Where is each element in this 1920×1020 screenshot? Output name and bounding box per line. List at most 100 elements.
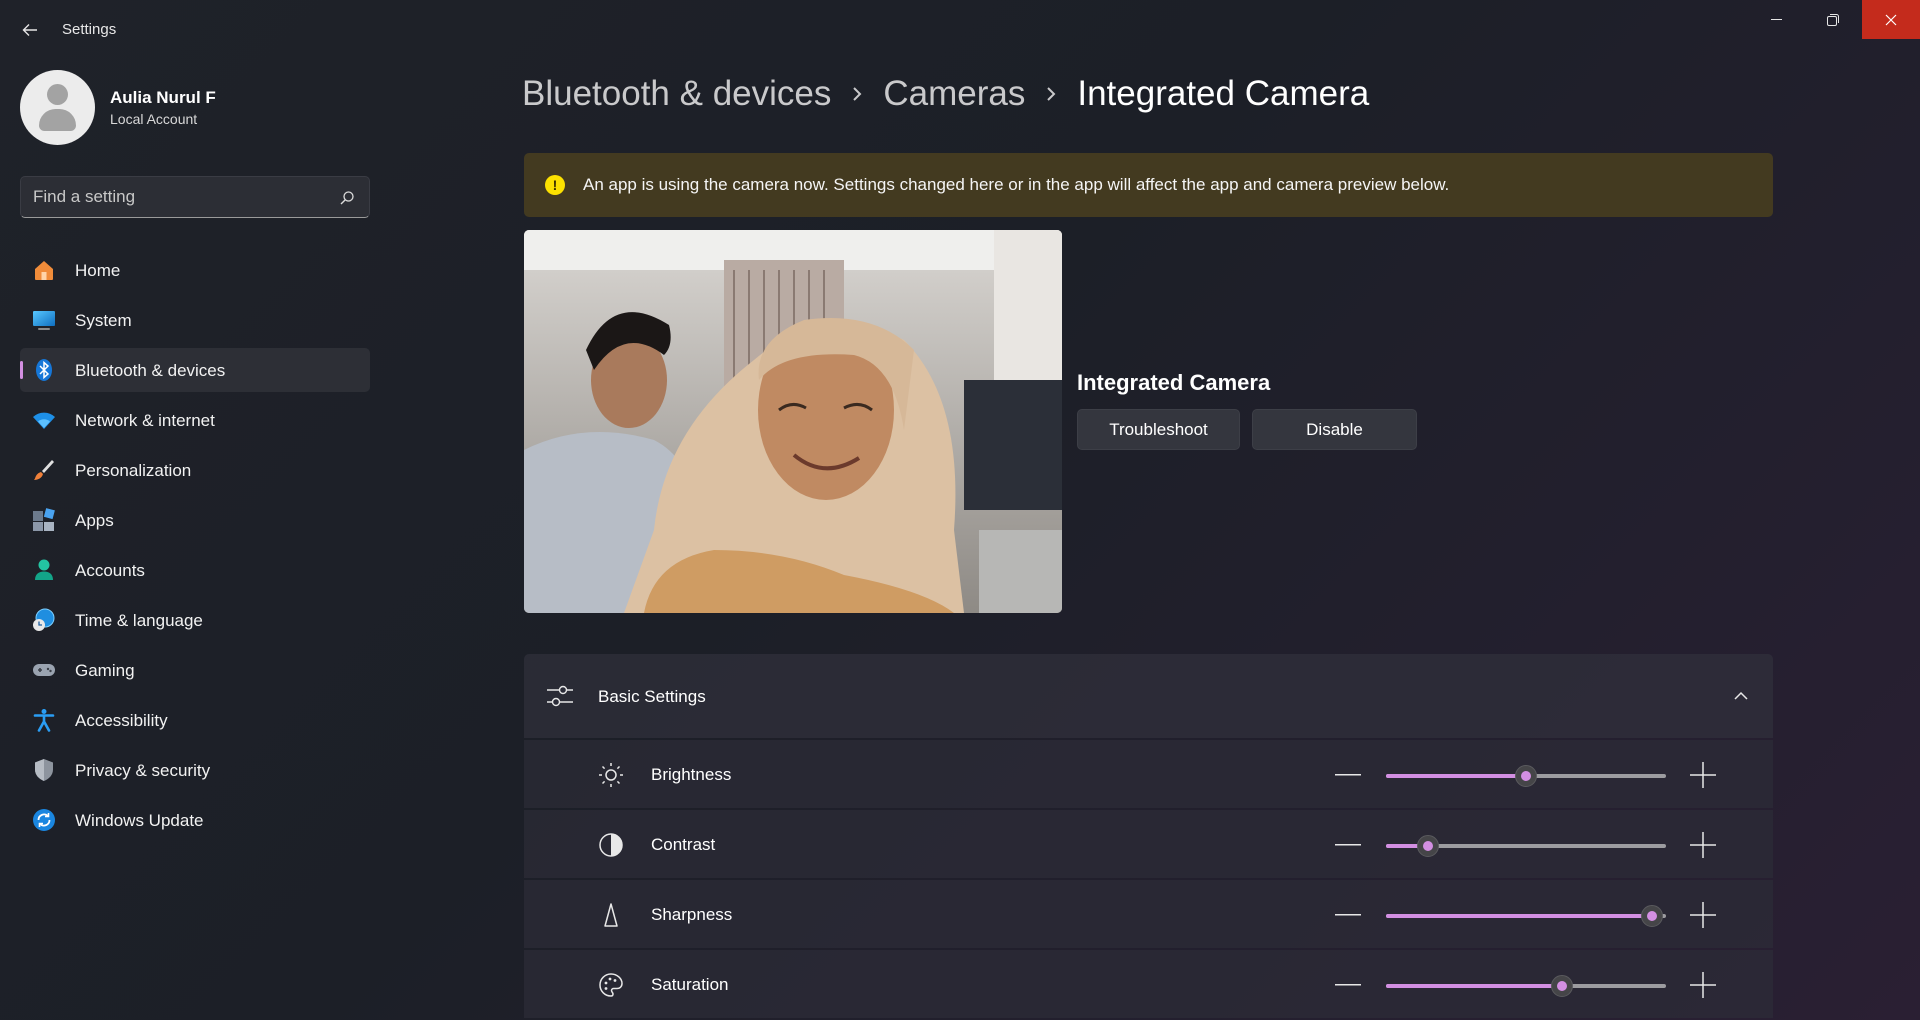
title-bar: Settings [0,0,1920,40]
banner-text: An app is using the camera now. Settings… [583,175,1450,194]
basic-settings-title: Basic Settings [598,687,706,706]
troubleshoot-button[interactable]: Troubleshoot [1077,409,1240,450]
wifi-icon [33,412,55,429]
user-profile[interactable]: Aulia Nurul F Local Account [20,70,360,146]
accessibility-icon [33,709,55,732]
basic-settings-header[interactable]: Basic Settings [524,654,1773,738]
accounts-icon [35,559,53,580]
minus-icon [1335,774,1361,776]
update-icon [33,809,55,831]
sidebar-item-time-language[interactable]: Time & language [20,598,370,642]
saturation-label: Saturation [651,975,729,994]
sidebar-item-network[interactable]: Network & internet [20,398,370,442]
plus-icon [1690,832,1716,858]
breadcrumb: Bluetooth & devices Cameras Integrated C… [522,72,1369,116]
saturation-increase-button[interactable] [1690,972,1716,998]
basic-settings-panel: Basic Settings Brightness Contrast Sharp… [524,654,1773,1020]
contrast-row: Contrast [524,810,1773,878]
sidebar-item-accounts[interactable]: Accounts [20,548,370,592]
slider-fill [1386,984,1563,988]
sidebar-item-label: Time & language [75,611,203,630]
search-icon[interactable] [339,190,355,206]
sidebar-item-apps[interactable]: Apps [20,498,370,542]
slider-thumb[interactable] [1551,975,1574,997]
sidebar-item-label: Accounts [75,561,145,580]
camera-in-use-banner: ! An app is using the camera now. Settin… [524,153,1773,217]
brightness-label: Brightness [651,765,732,784]
contrast-decrease-button[interactable] [1335,834,1361,856]
apps-icon [33,508,55,531]
brightness-row: Brightness [524,740,1773,808]
slider-fill [1386,914,1652,918]
slider-thumb[interactable] [1417,835,1439,857]
bluetooth-icon [36,359,52,381]
brightness-decrease-button[interactable] [1335,764,1361,786]
brightness-increase-button[interactable] [1690,762,1716,788]
minus-icon [1335,984,1361,986]
back-arrow-icon [22,24,37,36]
sidebar-item-label: System [75,311,132,330]
breadcrumb-separator-icon [1045,85,1057,103]
close-button[interactable] [1862,0,1920,39]
globe-clock-icon [33,608,55,631]
sidebar-item-label: Network & internet [75,411,215,430]
saturation-decrease-button[interactable] [1335,974,1361,996]
minimize-button[interactable] [1749,0,1805,39]
plus-icon [1690,762,1716,788]
sidebar-item-bluetooth-devices[interactable]: Bluetooth & devices [20,348,370,392]
minus-icon [1335,844,1361,846]
chevron-up-icon[interactable] [1733,688,1749,704]
slider-thumb[interactable] [1641,905,1663,927]
palette-icon [599,973,623,997]
contrast-label: Contrast [651,835,716,854]
sharpness-increase-button[interactable] [1690,902,1716,928]
sidebar-item-privacy-security[interactable]: Privacy & security [20,748,370,792]
window-title: Settings [62,21,117,38]
sidebar-item-accessibility[interactable]: Accessibility [20,698,370,742]
sidebar-item-home[interactable]: Home [20,248,370,292]
breadcrumb-separator-icon [851,85,863,103]
contrast-slider[interactable] [1386,835,1666,857]
sidebar-item-label: Home [75,261,121,280]
page-title: Integrated Camera [1077,74,1370,113]
sidebar-item-gaming[interactable]: Gaming [20,648,370,692]
user-name: Aulia Nurul F [110,88,216,107]
account-type: Local Account [110,111,198,127]
sidebar-nav: Home System Bluetooth & devices Network … [20,248,370,848]
disable-button[interactable]: Disable [1252,409,1417,450]
sharpness-label: Sharpness [651,905,733,924]
sidebar-item-label: Windows Update [75,811,204,830]
sidebar-item-windows-update[interactable]: Windows Update [20,798,370,842]
search-input[interactable] [33,186,333,208]
avatar [20,70,95,145]
sidebar-item-label: Privacy & security [75,761,211,780]
sharpness-icon [604,903,618,927]
gamepad-icon [33,664,55,676]
search-box [20,176,370,218]
sidebar-item-system[interactable]: System [20,298,370,342]
sidebar-item-label: Personalization [75,461,192,480]
brightness-slider[interactable] [1386,765,1666,787]
restore-icon [1827,13,1839,26]
sidebar-item-personalization[interactable]: Personalization [20,448,370,492]
slider-fill [1386,774,1526,778]
breadcrumb-item-bluetooth[interactable]: Bluetooth & devices [522,74,831,114]
home-icon [35,261,53,280]
camera-preview [524,230,1062,613]
contrast-increase-button[interactable] [1690,832,1716,858]
breadcrumb-item-cameras[interactable]: Cameras [883,74,1025,114]
sharpness-decrease-button[interactable] [1335,904,1361,926]
slider-thumb[interactable] [1515,765,1537,787]
sliders-icon [547,685,573,707]
shield-icon [35,759,53,781]
restore-button[interactable] [1805,0,1861,39]
contrast-icon [599,833,623,857]
saturation-slider[interactable] [1386,975,1666,997]
warning-icon: ! [545,175,565,195]
sidebar-item-label: Gaming [75,661,135,680]
sharpness-slider[interactable] [1386,905,1666,927]
sidebar-item-label: Apps [75,511,114,530]
back-button[interactable] [14,16,46,44]
sun-icon [599,763,623,787]
sidebar-item-label: Accessibility [75,711,168,730]
